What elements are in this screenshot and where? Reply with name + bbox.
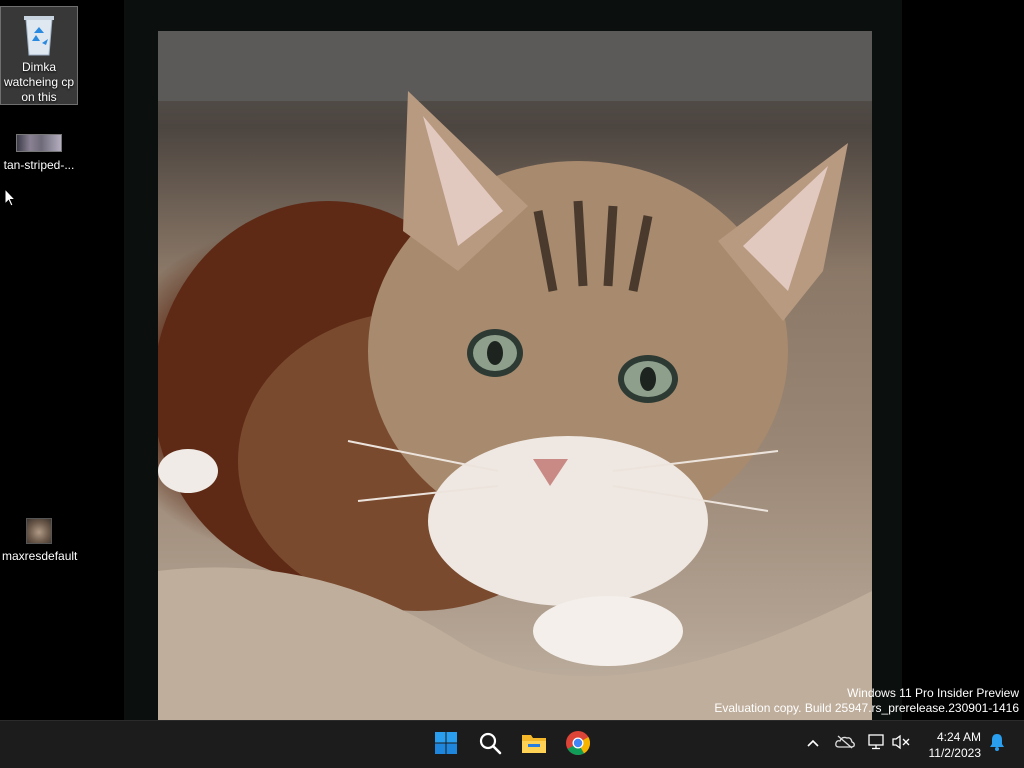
- clock-date: 11/2/2023: [928, 746, 982, 760]
- volume-button[interactable]: [890, 733, 912, 755]
- watermark-build: Evaluation copy. Build 25947.rs_prerelea…: [714, 701, 1019, 715]
- search-icon: [478, 731, 502, 760]
- mouse-cursor-icon: [4, 187, 17, 213]
- clock-button[interactable]: 4:24 AM 11/2/2023: [929, 729, 982, 761]
- network-icon: [868, 733, 886, 755]
- desktop-icon-label: Dimka watcheing cp on this: [3, 60, 75, 104]
- chevron-up-icon: [806, 735, 820, 753]
- watermark-edition: Windows 11 Pro Insider Preview: [847, 686, 1019, 700]
- image-thumbnail-icon: [26, 518, 52, 544]
- desktop-icon-tan-striped[interactable]: tan-striped-...: [0, 134, 78, 173]
- chrome-button[interactable]: [560, 727, 596, 763]
- recycle-bin-icon: [22, 13, 56, 57]
- desktop-icon-recycle-bin[interactable]: Dimka watcheing cp on this: [0, 6, 78, 105]
- network-button[interactable]: [866, 733, 888, 755]
- taskbar: 4:24 AM 11/2/2023: [0, 720, 1024, 768]
- wallpaper-cat-photo: [158, 31, 872, 720]
- notifications-button[interactable]: [986, 733, 1008, 755]
- image-thumbnail-icon: [16, 134, 62, 152]
- search-button[interactable]: [472, 727, 508, 763]
- desktop-icon-maxresdefault[interactable]: maxresdefault: [0, 518, 78, 564]
- start-button[interactable]: [428, 727, 464, 763]
- clock-time: 4:24 AM: [936, 730, 981, 744]
- onedrive-button[interactable]: [834, 733, 856, 755]
- windows-start-icon: [434, 731, 458, 760]
- file-explorer-button[interactable]: [516, 727, 552, 763]
- desktop-icon-label: maxresdefault: [2, 549, 78, 563]
- show-hidden-icons-button[interactable]: [802, 733, 824, 755]
- chrome-icon: [565, 730, 591, 761]
- evaluation-watermark: Windows 11 Pro Insider Preview Evaluatio…: [714, 686, 1019, 716]
- onedrive-offline-icon: [835, 735, 855, 754]
- desktop-icon-label: tan-striped-...: [3, 158, 75, 172]
- volume-muted-icon: [892, 734, 910, 755]
- file-explorer-icon: [521, 732, 547, 759]
- bell-icon: [989, 733, 1005, 756]
